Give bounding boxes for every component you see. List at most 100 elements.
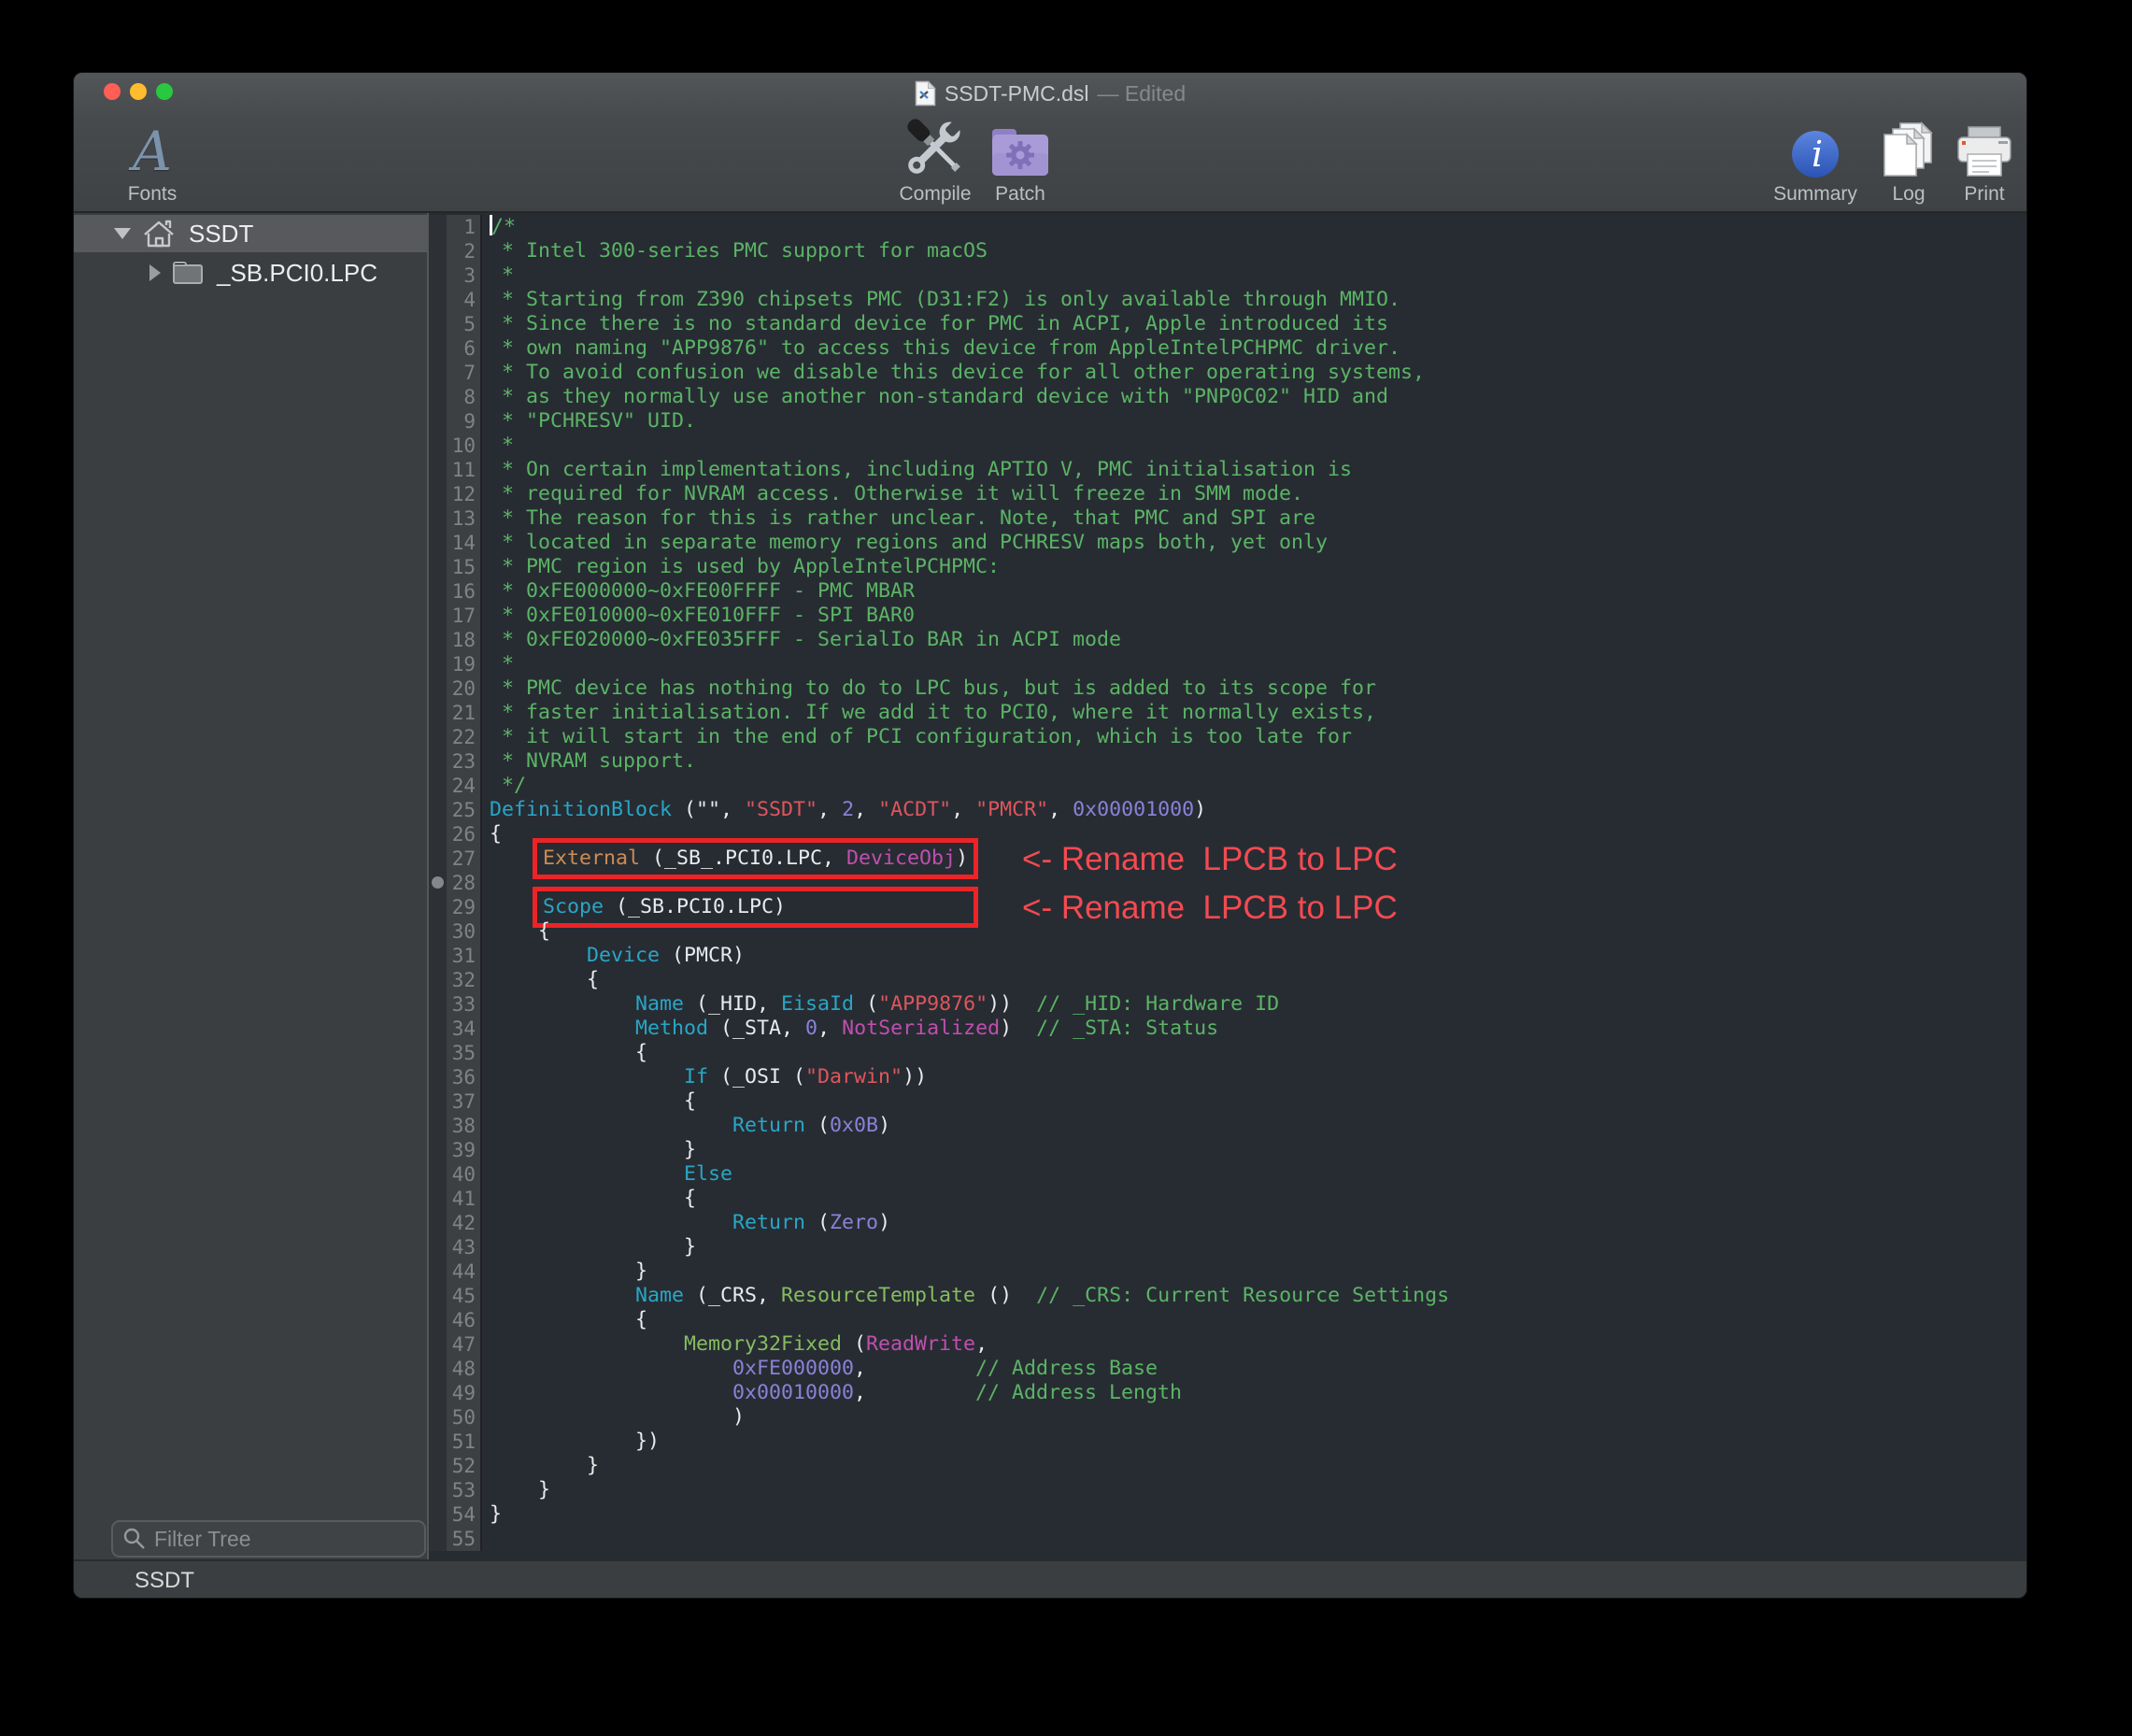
fonts-button[interactable]: A Fonts — [128, 121, 178, 206]
breakpoint-gutter[interactable] — [429, 1114, 447, 1138]
summary-button[interactable]: i Summary — [1773, 121, 1857, 206]
breakpoint-gutter[interactable] — [429, 385, 447, 409]
code-line[interactable]: 31 Device (PMCR) — [429, 944, 2027, 968]
breakpoint-gutter[interactable] — [429, 1381, 447, 1405]
tree-item-ssdt[interactable]: SSDT — [74, 215, 427, 252]
code-line[interactable]: 14 * located in separate memory regions … — [429, 531, 2027, 555]
breakpoint-gutter[interactable] — [429, 288, 447, 312]
breakpoint-gutter[interactable] — [429, 1211, 447, 1235]
breakpoint-gutter[interactable] — [429, 1041, 447, 1065]
breakpoint-gutter[interactable] — [429, 1308, 447, 1332]
breakpoint-gutter[interactable] — [429, 215, 447, 239]
breakpoint-gutter[interactable] — [429, 239, 447, 263]
code-line[interactable]: 4 * Starting from Z390 chipsets PMC (D31… — [429, 288, 2027, 312]
code-line[interactable]: 41 { — [429, 1187, 2027, 1211]
breakpoint-gutter[interactable] — [429, 749, 447, 774]
code-line[interactable]: 53 } — [429, 1478, 2027, 1502]
code-line[interactable]: 9 * "PCHRESV" UID. — [429, 409, 2027, 434]
log-button[interactable]: Log — [1881, 121, 1937, 206]
breakpoint-gutter[interactable] — [429, 1162, 447, 1187]
breakpoint-gutter[interactable] — [429, 361, 447, 385]
breakpoint-gutter[interactable] — [429, 458, 447, 482]
breakpoint-gutter[interactable] — [429, 1502, 447, 1527]
code-line[interactable]: 18 * 0xFE020000~0xFE035FFF - SerialIo BA… — [429, 628, 2027, 652]
breakpoint-gutter[interactable] — [429, 652, 447, 676]
breakpoint-gutter[interactable] — [429, 434, 447, 458]
breakpoint-gutter[interactable] — [429, 1430, 447, 1454]
breakpoint-gutter[interactable] — [429, 1284, 447, 1308]
disclosure-expanded-icon[interactable] — [114, 228, 131, 239]
breakpoint-gutter[interactable] — [429, 1089, 447, 1114]
breakpoint-gutter[interactable] — [429, 482, 447, 506]
breakpoint-gutter[interactable] — [429, 409, 447, 434]
code-line[interactable]: 3 * — [429, 263, 2027, 288]
breakpoint-gutter[interactable] — [429, 871, 447, 895]
filter-tree-input[interactable]: Filter Tree — [111, 1520, 426, 1558]
breakpoint-gutter[interactable] — [429, 798, 447, 822]
code-line[interactable]: 11 * On certain implementations, includi… — [429, 458, 2027, 482]
code-line[interactable]: 49 0x00010000, // Address Length — [429, 1381, 2027, 1405]
code-line[interactable]: 44 } — [429, 1259, 2027, 1284]
code-line[interactable]: 48 0xFE000000, // Address Base — [429, 1357, 2027, 1381]
breakpoint-gutter[interactable] — [429, 1454, 447, 1478]
code-line[interactable]: 2 * Intel 300-series PMC support for mac… — [429, 239, 2027, 263]
code-line[interactable]: 54} — [429, 1502, 2027, 1527]
code-line[interactable]: 8 * as they normally use another non-sta… — [429, 385, 2027, 409]
breakpoint-gutter[interactable] — [429, 531, 447, 555]
code-line[interactable]: 37 { — [429, 1089, 2027, 1114]
breakpoint-gutter[interactable] — [429, 919, 447, 944]
code-line[interactable]: 10 * — [429, 434, 2027, 458]
breakpoint-gutter[interactable] — [429, 701, 447, 725]
code-line[interactable]: 35 { — [429, 1041, 2027, 1065]
tree-item-sb-pci0-lpc[interactable]: _SB.PCI0.LPC — [74, 254, 427, 292]
breakpoint-gutter[interactable] — [429, 944, 447, 968]
code-line[interactable]: 22 * it will start in the end of PCI con… — [429, 725, 2027, 749]
code-line[interactable]: 45 Name (_CRS, ResourceTemplate () // _C… — [429, 1284, 2027, 1308]
code-line[interactable]: 47 Memory32Fixed (ReadWrite, — [429, 1332, 2027, 1357]
code-line[interactable]: 21 * faster initialisation. If we add it… — [429, 701, 2027, 725]
breakpoint-gutter[interactable] — [429, 1478, 447, 1502]
breakpoint-gutter[interactable] — [429, 1138, 447, 1162]
code-line[interactable]: 36 If (_OSI ("Darwin")) — [429, 1065, 2027, 1089]
breakpoint-gutter[interactable] — [429, 676, 447, 701]
breakpoint-gutter[interactable] — [429, 968, 447, 992]
breakpoint-gutter[interactable] — [429, 506, 447, 531]
code-line[interactable]: 12 * required for NVRAM access. Otherwis… — [429, 482, 2027, 506]
breakpoint-gutter[interactable] — [429, 822, 447, 847]
code-line[interactable]: 32 { — [429, 968, 2027, 992]
breakpoint-gutter[interactable] — [429, 1235, 447, 1259]
breakpoint-gutter[interactable] — [429, 895, 447, 919]
code-line[interactable]: 34 Method (_STA, 0, NotSerialized) // _S… — [429, 1017, 2027, 1041]
code-line[interactable]: 38 Return (0x0B) — [429, 1114, 2027, 1138]
breakpoint-gutter[interactable] — [429, 1187, 447, 1211]
code-line[interactable]: 46 { — [429, 1308, 2027, 1332]
breakpoint-gutter[interactable] — [429, 628, 447, 652]
code-line[interactable]: 15 * PMC region is used by AppleIntelPCH… — [429, 555, 2027, 579]
code-line[interactable]: 52 } — [429, 1454, 2027, 1478]
breakpoint-gutter[interactable] — [429, 992, 447, 1017]
code-line[interactable]: 16 * 0xFE000000~0xFE00FFFF - PMC MBAR — [429, 579, 2027, 604]
code-line[interactable]: 24 */ — [429, 774, 2027, 798]
code-line[interactable]: 13 * The reason for this is rather uncle… — [429, 506, 2027, 531]
code-line[interactable]: 17 * 0xFE010000~0xFE010FFF - SPI BAR0 — [429, 604, 2027, 628]
code-line[interactable]: 7 * To avoid confusion we disable this d… — [429, 361, 2027, 385]
breakpoint-gutter[interactable] — [429, 1259, 447, 1284]
code-line[interactable]: 25DefinitionBlock ("", "SSDT", 2, "ACDT"… — [429, 798, 2027, 822]
code-line[interactable]: 1/* — [429, 215, 2027, 239]
code-line[interactable]: 33 Name (_HID, EisaId ("APP9876")) // _H… — [429, 992, 2027, 1017]
breakpoint-gutter[interactable] — [429, 604, 447, 628]
patch-button[interactable]: Patch — [989, 121, 1051, 206]
code-line[interactable]: 50 ) — [429, 1405, 2027, 1430]
breakpoint-gutter[interactable] — [429, 555, 447, 579]
print-button[interactable]: Print — [1955, 121, 2013, 206]
breakpoint-gutter[interactable] — [429, 1405, 447, 1430]
breakpoint-gutter[interactable] — [429, 774, 447, 798]
code-line[interactable]: 39 } — [429, 1138, 2027, 1162]
compile-button[interactable]: Compile — [898, 121, 973, 206]
code-line[interactable]: 19 * — [429, 652, 2027, 676]
breakpoint-gutter[interactable] — [429, 1332, 447, 1357]
code-line[interactable]: 40 Else — [429, 1162, 2027, 1187]
breakpoint-gutter[interactable] — [429, 263, 447, 288]
breakpoint-gutter[interactable] — [429, 1527, 447, 1551]
disclosure-collapsed-icon[interactable] — [149, 264, 161, 281]
